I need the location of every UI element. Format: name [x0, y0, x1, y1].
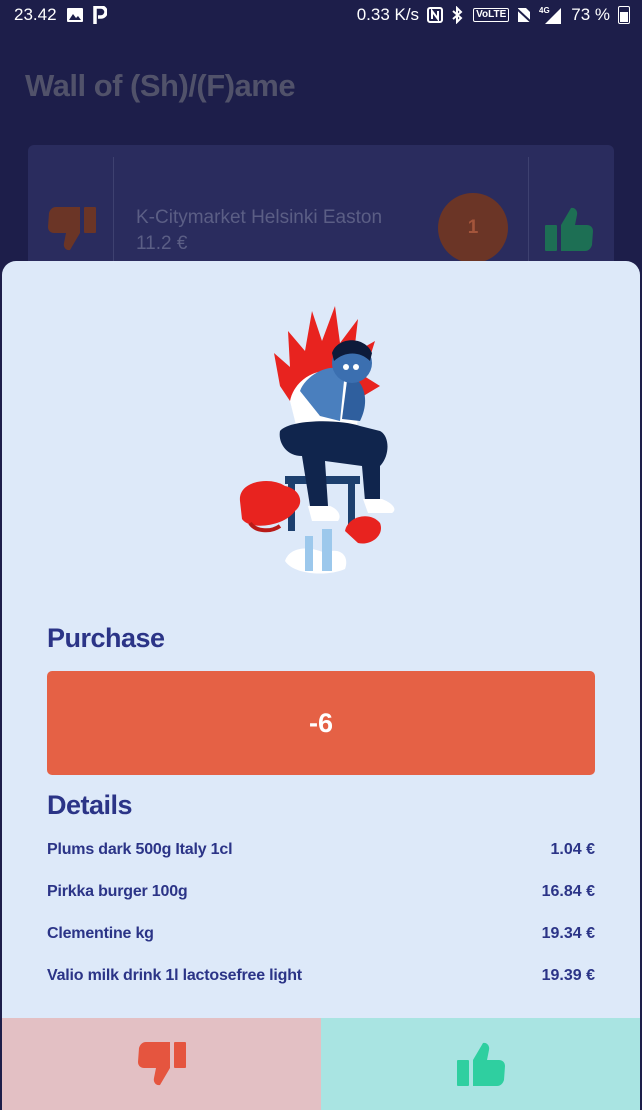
thumbs-down-icon	[137, 1042, 186, 1086]
volte-badge: VoLTE	[473, 8, 510, 22]
status-time: 23.42	[14, 5, 57, 24]
image-icon	[66, 8, 83, 22]
nfc-icon	[427, 7, 444, 23]
parking-icon	[92, 6, 107, 24]
thumbs-up-icon[interactable]	[545, 207, 593, 256]
item-price: 16.84 €	[541, 883, 595, 900]
rank-badge: 1	[438, 193, 508, 263]
net-speed: 0.33 K/s	[356, 5, 420, 24]
details-list: Plums dark 500g Italy 1cl 1.04 € Pirkka …	[47, 829, 595, 997]
item-price: 1.04 €	[550, 841, 595, 858]
no-sim-icon	[517, 7, 532, 23]
purchase-sheet: Purchase -6 Details Plums dark 500g Ital…	[2, 261, 640, 1110]
thumbs-up-icon	[456, 1042, 505, 1086]
item-name: Valio milk drink 1l lactosefree light	[47, 967, 302, 984]
store-amount: 11.2 €	[136, 233, 188, 254]
purchase-heading: Purchase	[47, 623, 165, 653]
details-heading: Details	[47, 790, 133, 820]
svg-text:4G: 4G	[539, 6, 550, 15]
store-name: K-Citymarket Helsinki Easton	[136, 207, 383, 228]
bluetooth-icon	[451, 6, 465, 24]
purchase-score-value: -6	[308, 707, 333, 738]
list-item: Pirkka burger 100g 16.84 €	[47, 871, 595, 913]
page-title: Wall of (Sh)/(F)ame	[25, 68, 296, 103]
vote-actions	[2, 1018, 640, 1110]
item-name: Pirkka burger 100g	[47, 883, 188, 900]
list-item: Valio milk drink 1l lactosefree light 19…	[47, 955, 595, 997]
purchase-score-bar: -6	[47, 671, 595, 775]
item-price: 19.39 €	[541, 967, 595, 984]
item-name: Clementine kg	[47, 925, 154, 942]
item-price: 19.34 €	[541, 925, 595, 942]
status-bar: 23.42 0.33 K/s VoLTE 4G 73 %	[0, 0, 642, 32]
list-item: Clementine kg 19.34 €	[47, 913, 595, 955]
thumbs-down-icon[interactable]	[48, 207, 96, 256]
list-item: Plums dark 500g Italy 1cl 1.04 €	[47, 829, 595, 871]
battery-level: 73 %	[571, 5, 610, 24]
shame-button[interactable]	[2, 1018, 321, 1110]
stressed-person-illustration	[239, 306, 395, 574]
fame-button[interactable]	[321, 1018, 640, 1110]
battery-icon	[618, 6, 630, 24]
signal-icon: 4G	[539, 6, 563, 24]
item-name: Plums dark 500g Italy 1cl	[47, 841, 233, 858]
